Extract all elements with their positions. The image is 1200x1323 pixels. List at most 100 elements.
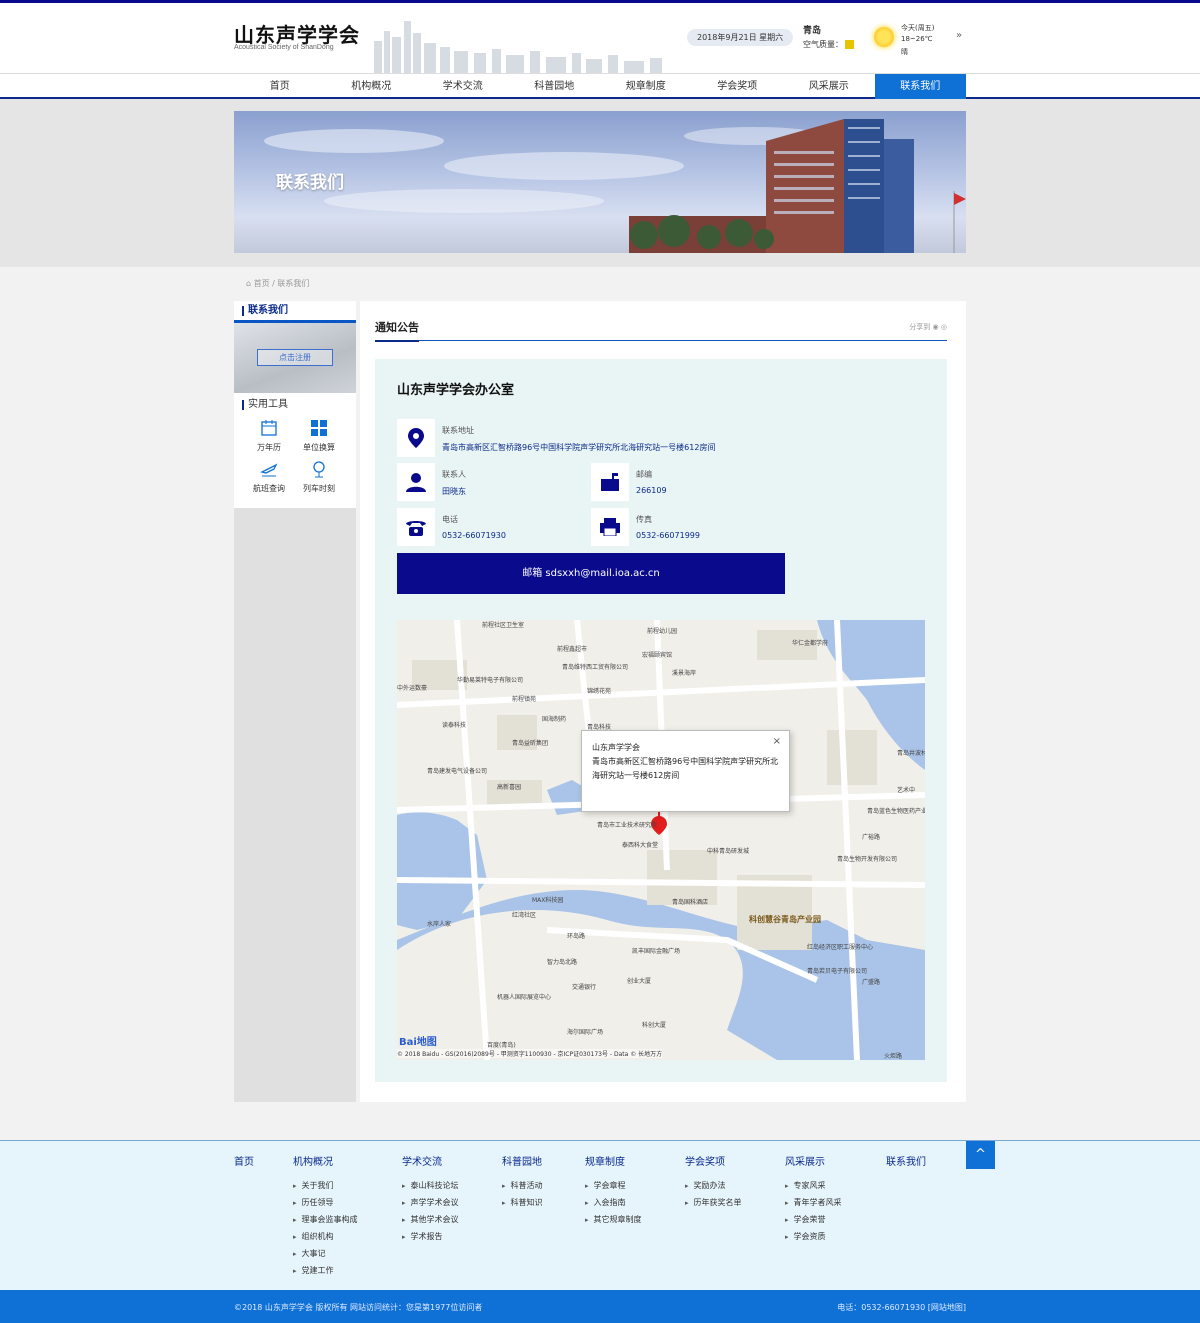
close-icon[interactable]: × [773, 735, 781, 749]
footer-contact[interactable]: 电话：0532-66071930 [网站地图] [837, 1302, 966, 1313]
footer-link[interactable]: 奖励办法 [685, 1180, 742, 1191]
footer-link[interactable]: 学会章程 [585, 1180, 642, 1191]
map-label: 前程社区卫生室 [482, 622, 525, 629]
address-label: 联系地址 [442, 426, 474, 435]
map-label: 红岛经济区职工服务中心 [807, 944, 874, 951]
footer-link[interactable]: 大事记 [293, 1248, 358, 1259]
copyright-bar: ©2018 山东声学学会 版权所有 网站访问统计：您是第1977位访问者 电话：… [0, 1290, 1200, 1323]
map-label: 青岛建发电气设备公司 [427, 768, 488, 775]
nav-awards[interactable]: 学会奖项 [692, 74, 784, 99]
map-label: 高新喜园 [497, 784, 522, 791]
sidebar-header: 联系我们 [234, 301, 356, 323]
baidu-map[interactable]: 前程社区卫生室 前程幼儿园 前程鑫超市 宏福颐宾馆 青岛维特西工贸有限公司 锦绣… [397, 620, 925, 1060]
footer-link[interactable]: 理事会监事构成 [293, 1214, 358, 1225]
footer-link[interactable]: 青年学者风采 [785, 1197, 842, 1208]
weather-description: 晴 [901, 48, 908, 56]
footer-heading[interactable]: 科普园地 [502, 1153, 543, 1168]
breadcrumb-text[interactable]: 首页 / 联系我们 [254, 279, 310, 288]
nav-contact[interactable]: 联系我们 [874, 74, 966, 99]
airplane-icon [260, 463, 278, 477]
air-quality-badge [845, 40, 854, 49]
footer-link[interactable]: 首页 [234, 1153, 254, 1168]
nav-academic[interactable]: 学术交流 [417, 74, 509, 99]
footer-heading[interactable]: 学会奖项 [685, 1153, 742, 1168]
tool-flight[interactable]: 航班查询 [244, 460, 294, 494]
map-label: 广盛路 [862, 979, 881, 986]
address-value: 青岛市高新区汇智桥路96号中国科学院声学研究所北海研究站一号楼612房间 [442, 443, 716, 452]
home-icon[interactable]: ⌂ [246, 279, 254, 288]
contact-panel: 山东声学学会办公室 联系地址 青岛市高新区汇智桥路96号中国科学院声学研究所北海… [375, 359, 947, 1082]
map-info-popup: 山东声学学会 青岛市高新区汇智桥路96号中国科学院声学研究所北海研究站一号楼61… [581, 730, 790, 812]
map-label: 国海制药 [542, 716, 567, 723]
footer-col-awards: 学会奖项 奖励办法 历年获奖名单 [685, 1153, 742, 1214]
person-icon [397, 463, 435, 501]
map-copyright: © 2018 Baidu - GS(2016)2089号 - 甲测资字11009… [397, 1049, 663, 1058]
map-label: 交通银行 [572, 984, 597, 991]
register-button[interactable]: 点击注册 [257, 349, 333, 366]
footer-col-contact: 联系我们 [886, 1153, 926, 1180]
footer-heading[interactable]: 规章制度 [585, 1153, 642, 1168]
footer-link[interactable]: 科普活动 [502, 1180, 543, 1191]
footer-link[interactable]: 专家风采 [785, 1180, 842, 1191]
back-to-top-button[interactable]: ^ [966, 1141, 995, 1169]
weibo-icon[interactable]: ◎ [941, 323, 947, 331]
footer-heading[interactable]: 机构概况 [293, 1153, 358, 1168]
site-header: 山东声学学会 Acoustical Society of ShanDong 20… [0, 3, 1200, 73]
wechat-icon[interactable]: ◉ [933, 323, 939, 331]
sidebar-title[interactable]: 联系我们 [242, 306, 288, 316]
map-label: 青岛国科酒店 [672, 899, 709, 906]
footer-link[interactable]: 学术报告 [402, 1231, 459, 1242]
footer-link[interactable]: 历任领导 [293, 1197, 358, 1208]
calculator-icon [311, 420, 327, 436]
email-bar[interactable]: 邮箱 sdsxxh@mail.ioa.ac.cn [397, 553, 785, 594]
nav-rules[interactable]: 规章制度 [600, 74, 692, 99]
office-name: 山东声学学会办公室 [397, 383, 515, 398]
footer-col-academic: 学术交流 泰山科技论坛 声学学术会议 其他学术会议 学术报告 [402, 1153, 459, 1248]
map-label: 青岛蓝色生物医药产业园 [867, 808, 925, 815]
footer-link[interactable]: 泰山科技论坛 [402, 1180, 459, 1191]
footer-link[interactable]: 党建工作 [293, 1265, 358, 1276]
weather-temperature: 18~26℃ [901, 35, 933, 43]
tool-train[interactable]: 列车时刻 [294, 460, 344, 494]
tool-calendar[interactable]: 万年历 [244, 419, 294, 453]
map-label: 中科青岛研发城 [707, 848, 750, 855]
main-nav: 首页 机构概况 学术交流 科普园地 规章制度 学会奖项 风采展示 联系我们 [0, 73, 1200, 99]
map-label: 环岛路 [567, 933, 586, 940]
footer-heading[interactable]: 风采展示 [785, 1153, 842, 1168]
main-content: 通知公告 分享到 ◉ ◎ 山东声学学会办公室 联系地址 青岛市高新区汇智桥路96… [360, 301, 966, 1102]
nav-home[interactable]: 首页 [234, 74, 326, 99]
footer-link[interactable]: 其它规章制度 [585, 1214, 642, 1225]
location-icon [397, 419, 435, 457]
nav-science[interactable]: 科普园地 [509, 74, 601, 99]
map-label: 青岛益昕集团 [512, 740, 549, 747]
footer-link[interactable]: 历年获奖名单 [685, 1197, 742, 1208]
footer-link[interactable]: 其他学术会议 [402, 1214, 459, 1225]
footer-link[interactable]: 声学学术会议 [402, 1197, 459, 1208]
tool-unit-converter[interactable]: 单位换算 [294, 419, 344, 453]
footer-col-science: 科普园地 科普活动 科普知识 [502, 1153, 543, 1214]
footer-link[interactable]: 学会荣誉 [785, 1214, 842, 1225]
weather-more-icon[interactable]: » [956, 30, 962, 41]
map-label: 青岛维特西工贸有限公司 [562, 664, 629, 671]
footer-link[interactable]: 关于我们 [293, 1180, 358, 1191]
footer-link[interactable]: 科普知识 [502, 1197, 543, 1208]
map-label: 华勤易莱特电子有限公司 [457, 677, 524, 684]
fax-icon [591, 508, 629, 546]
nav-about[interactable]: 机构概况 [326, 74, 418, 99]
footer-col-home: 首页 [234, 1153, 254, 1180]
footer-link[interactable]: 入会指南 [585, 1197, 642, 1208]
train-icon [313, 461, 325, 478]
baidu-logo: Bai地图 [399, 1037, 437, 1048]
fax-label: 传真 [636, 515, 652, 524]
footer-link[interactable]: 学会资质 [785, 1231, 842, 1242]
contact-value: 田晓东 [442, 487, 466, 496]
map-label: 火炬路 [884, 1053, 903, 1060]
phone-icon [397, 508, 435, 546]
footer-link[interactable]: 联系我们 [886, 1153, 926, 1168]
nav-gallery[interactable]: 风采展示 [783, 74, 875, 99]
footer-link[interactable]: 组织机构 [293, 1231, 358, 1242]
site-logo-subtitle: Acoustical Society of ShanDong [234, 44, 334, 51]
map-canvas [397, 620, 925, 1060]
map-label: 青岛生物开发有限公司 [837, 856, 898, 863]
footer-heading[interactable]: 学术交流 [402, 1153, 459, 1168]
